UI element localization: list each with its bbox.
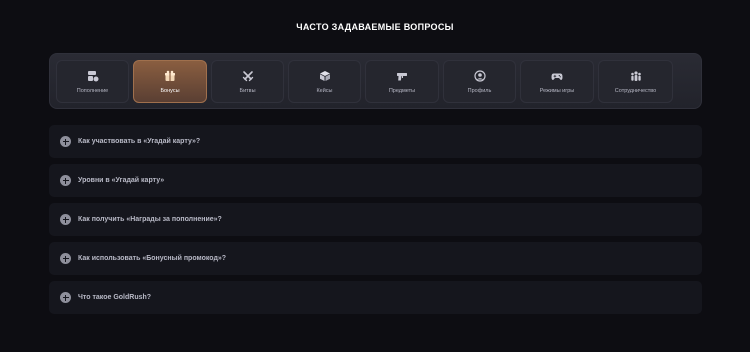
- faq-question: Уровни в «Угадай карту»: [78, 177, 165, 184]
- tab-items[interactable]: Предметы: [365, 60, 439, 103]
- faq-item[interactable]: Что такое GoldRush?: [49, 281, 702, 314]
- faq-question: Что такое GoldRush?: [78, 294, 152, 301]
- faq-category-tabs: Пополнение Бонусы Битвы Кейсы Предметы П…: [49, 53, 702, 109]
- faq-question: Как использовать «Бонусный промокод»?: [78, 255, 227, 262]
- gift-icon: [165, 70, 175, 81]
- crossed-swords-icon: [242, 70, 253, 81]
- tab-cooperation[interactable]: Сотрудничество: [598, 60, 673, 103]
- tab-label: Кейсы: [316, 87, 333, 94]
- tab-label: Предметы: [388, 87, 416, 94]
- tab-label: Режимы игры: [539, 87, 575, 94]
- team-icon: [630, 70, 641, 81]
- gun-icon: [397, 72, 407, 80]
- faq-item[interactable]: Уровни в «Угадай карту»: [49, 164, 702, 197]
- faq-item[interactable]: Как участвовать в «Угадай карту»?: [49, 125, 702, 158]
- plus-icon: [60, 253, 71, 264]
- tab-label: Профиль: [467, 87, 492, 94]
- tab-game-modes[interactable]: Режимы игры: [520, 60, 594, 103]
- profile-icon: [473, 69, 486, 82]
- plus-icon: [60, 214, 71, 225]
- tab-label: Битвы: [239, 87, 256, 94]
- gamepad-icon: [551, 73, 563, 80]
- tab-profile[interactable]: Профиль: [443, 60, 516, 103]
- tab-label: Бонусы: [160, 87, 180, 94]
- tab-bonuses[interactable]: Бонусы: [133, 60, 207, 103]
- tab-deposit[interactable]: Пополнение: [56, 60, 129, 103]
- plus-icon: [60, 175, 71, 186]
- tab-label: Сотрудничество: [614, 87, 657, 94]
- tab-cases[interactable]: Кейсы: [288, 60, 361, 103]
- deposit-icon: [87, 70, 98, 81]
- page-title: ЧАСТО ЗАДАВАЕМЫЕ ВОПРОСЫ: [296, 22, 454, 32]
- faq-question: Как получить «Награды за пополнение»?: [78, 216, 222, 223]
- case-box-icon: [319, 70, 330, 81]
- faq-question: Как участвовать в «Угадай карту»?: [78, 138, 201, 145]
- faq-item[interactable]: Как получить «Награды за пополнение»?: [49, 203, 702, 236]
- plus-icon: [60, 136, 71, 147]
- tab-battles[interactable]: Битвы: [211, 60, 284, 103]
- tab-label: Пополнение: [76, 87, 109, 94]
- faq-item[interactable]: Как использовать «Бонусный промокод»?: [49, 242, 702, 275]
- plus-icon: [60, 292, 71, 303]
